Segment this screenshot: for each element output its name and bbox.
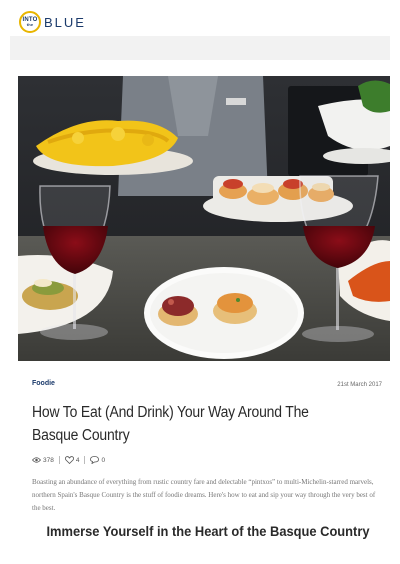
logo-blue-text: BLUE	[44, 14, 86, 30]
heart-icon	[64, 456, 74, 464]
top-bar: INTO the BLUE	[0, 0, 400, 40]
comments-count[interactable]: 0	[90, 456, 105, 464]
article-meta: 378 4 0	[32, 456, 105, 464]
category-link[interactable]: Foodie	[32, 380, 55, 387]
article-excerpt: Boasting an abundance of everything from…	[32, 478, 376, 512]
views-value: 378	[43, 456, 54, 464]
hero-image[interactable]	[18, 76, 390, 361]
meta-divider	[58, 456, 60, 464]
eye-icon	[32, 457, 41, 463]
logo-ring-icon: INTO the	[19, 11, 41, 33]
likes-value: 4	[75, 456, 80, 464]
comment-icon	[90, 456, 100, 464]
views-count: 378	[32, 457, 54, 464]
likes-count[interactable]: 4	[64, 456, 80, 464]
comments-value: 0	[101, 456, 106, 464]
meta-divider	[84, 456, 86, 464]
site-logo[interactable]: INTO the BLUE	[19, 11, 86, 33]
logo-into-text: INTO the	[22, 17, 38, 27]
section-heading: Immerse Yourself in the Heart of the Bas…	[46, 523, 370, 539]
article-title[interactable]: How To Eat (And Drink) Your Way Around T…	[32, 401, 338, 447]
post-date: 21st March 2017	[337, 382, 382, 388]
